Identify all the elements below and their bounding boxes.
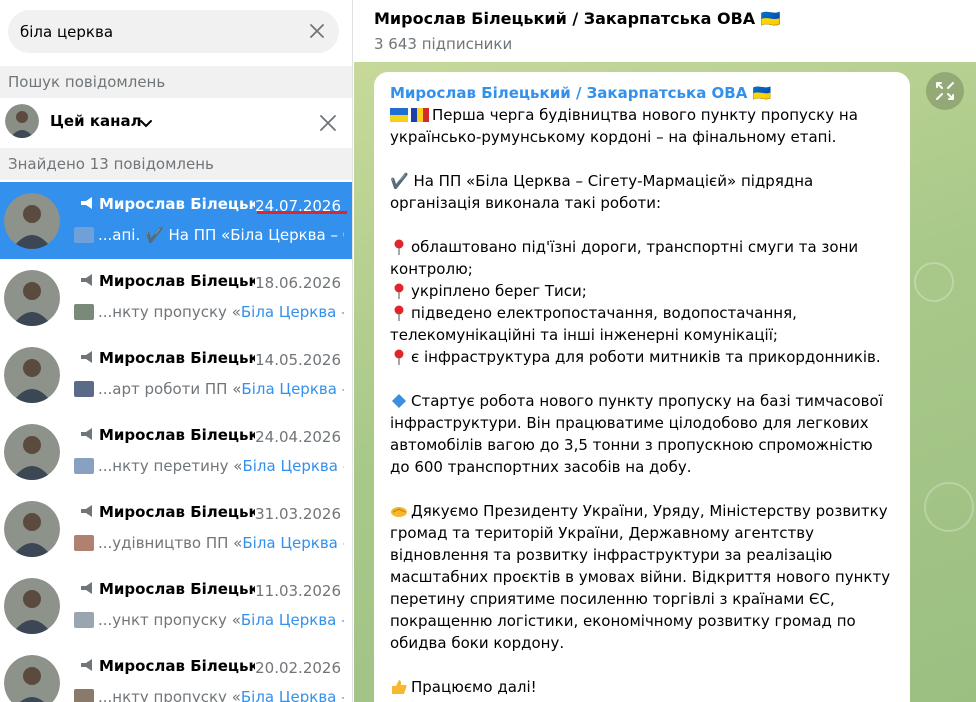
ukraine-flag-icon: [390, 108, 408, 122]
search-input[interactable]: [20, 10, 300, 53]
media-thumbnail: [74, 381, 94, 397]
chat-background: Мирослав Білецький / Закарпатська ОВА 🇺🇦…: [354, 62, 976, 702]
message-bullet: облаштовано під'їзні дороги, транспортні…: [390, 238, 863, 278]
search-result-row[interactable]: Мирослав Білецький / Закарпатська ОВА11.…: [0, 567, 352, 644]
megaphone-icon: [81, 505, 92, 517]
search-result-row[interactable]: Мирослав Білецький / Закарпатська ОВА20.…: [0, 644, 352, 702]
media-thumbnail: [74, 458, 94, 474]
media-thumbnail: [74, 689, 94, 702]
result-date: 11.03.2026: [255, 582, 341, 600]
result-date: 18.06.2026: [255, 274, 341, 292]
result-preview: ...нкту пропуску «Біла Церква – Сігету: [74, 303, 344, 321]
result-date: 31.03.2026: [255, 505, 341, 523]
result-preview: ...удівництво ПП «Біла Церква – Сігету: [74, 534, 344, 552]
pin-icon: [394, 305, 404, 321]
search-messages-header: Пошук повідомлень: [0, 66, 352, 98]
channel-filter[interactable]: Цей канал: [0, 98, 352, 148]
chat-header[interactable]: Мирослав Білецький / Закарпатська ОВА 🇺🇦…: [354, 0, 976, 62]
result-title: Мирослав Білецький / Закарпатська ОВА: [80, 272, 255, 290]
close-filter-icon[interactable]: [319, 114, 337, 132]
search-result-row[interactable]: Мирослав Білецький / Закарпатська ОВА24.…: [0, 413, 352, 490]
result-title: Мирослав Білецький / Закарпатська ОВА: [80, 195, 255, 213]
avatar: [4, 578, 60, 634]
pin-icon: [394, 239, 404, 255]
result-preview: ...нкту перетину «Біла Церква – Сігету: [74, 457, 344, 475]
chevron-down-icon[interactable]: [139, 116, 153, 130]
message-paragraph: Дякуємо Президенту України, Уряду, Мініс…: [390, 502, 895, 652]
search-result-row[interactable]: Мирослав Білецький / Закарпатська ОВА31.…: [0, 490, 352, 567]
blue-diamond-icon: [392, 394, 406, 408]
search-result-row[interactable]: Мирослав Білецький / Закарпатська ОВА14.…: [0, 336, 352, 413]
pin-icon: [394, 283, 404, 299]
search-results-list: Мирослав Білецький / Закарпатська ОВА24.…: [0, 182, 352, 702]
megaphone-icon: [81, 197, 92, 209]
background-doodle: [914, 262, 954, 302]
clear-search-icon[interactable]: [307, 21, 327, 41]
avatar: [4, 424, 60, 480]
result-date: 20.02.2026: [255, 659, 341, 677]
search-result-row[interactable]: Мирослав Білецький / Закарпатська ОВА24.…: [0, 182, 352, 259]
result-preview: ...нкту пропуску «Біла Церква – Сігету: [74, 688, 344, 702]
result-title: Мирослав Білецький / Закарпатська ОВА: [80, 349, 255, 367]
filter-label[interactable]: Цей канал: [50, 112, 142, 130]
message-author[interactable]: Мирослав Білецький / Закарпатська ОВА 🇺🇦: [390, 84, 894, 102]
media-thumbnail: [74, 535, 94, 551]
handshake-icon: [391, 507, 407, 517]
result-title: Мирослав Білецький / Закарпатська ОВА: [80, 657, 255, 675]
megaphone-icon: [81, 428, 92, 440]
result-preview: ...ункт пропуску «Біла Церква – Сігету: [74, 611, 344, 629]
date-underline-annotation: [257, 211, 347, 214]
search-box[interactable]: [8, 10, 339, 53]
result-title: Мирослав Білецький / Закарпатська ОВА: [80, 503, 255, 521]
search-result-row[interactable]: Мирослав Білецький / Закарпатська ОВА18.…: [0, 259, 352, 336]
message-paragraph: Працюємо далі!: [390, 676, 894, 698]
chat-title[interactable]: Мирослав Білецький / Закарпатська ОВА 🇺🇦: [374, 9, 781, 28]
message-bubble[interactable]: Мирослав Білецький / Закарпатська ОВА 🇺🇦…: [374, 72, 910, 702]
thumbs-up-icon: [392, 680, 407, 694]
media-thumbnail: [74, 612, 94, 628]
result-preview: ...арт роботи ПП «Біла Церква – Сігету: [74, 380, 344, 398]
background-doodle: [924, 482, 974, 532]
message-bullet: підведено електропостачання, водопостача…: [390, 304, 802, 344]
message-paragraph: Перша черга будівництва нового пункту пр…: [390, 106, 863, 146]
romania-flag-icon: [411, 108, 429, 122]
found-count-header: Знайдено 13 повідомлень: [0, 148, 352, 180]
result-date: 14.05.2026: [255, 351, 341, 369]
megaphone-icon: [81, 582, 92, 594]
avatar: [4, 270, 60, 326]
megaphone-icon: [81, 274, 92, 286]
message-bullet: є інфраструктура для роботи митників та …: [390, 346, 894, 368]
channel-avatar: [5, 104, 39, 138]
avatar: [4, 501, 60, 557]
result-title: Мирослав Білецький / Закарпатська ОВА: [80, 580, 255, 598]
result-title: Мирослав Білецький / Закарпатська ОВА: [80, 426, 255, 444]
result-preview: ...апі. ✔️ На ПП «Біла Церква – Сігету-М…: [74, 226, 344, 244]
subscriber-count: 3 643 підписники: [374, 35, 513, 53]
media-thumbnail: [74, 304, 94, 320]
avatar: [4, 655, 60, 702]
message-bullet: укріплено берег Тиси;: [390, 280, 894, 302]
megaphone-icon: [81, 351, 92, 363]
expand-icon[interactable]: [926, 72, 964, 110]
avatar: [4, 193, 60, 249]
search-sidebar: Пошук повідомлень Цей канал Знайдено 13 …: [0, 0, 353, 702]
media-thumbnail: [74, 227, 94, 243]
avatar: [4, 347, 60, 403]
message-paragraph: Стартує робота нового пункту пропуску на…: [390, 392, 888, 476]
result-date: 24.04.2026: [255, 428, 341, 446]
megaphone-icon: [81, 659, 92, 671]
pin-icon: [394, 349, 404, 365]
message-paragraph: ✔️ На ПП «Біла Церква – Сігету-Мармацієй…: [390, 172, 819, 212]
